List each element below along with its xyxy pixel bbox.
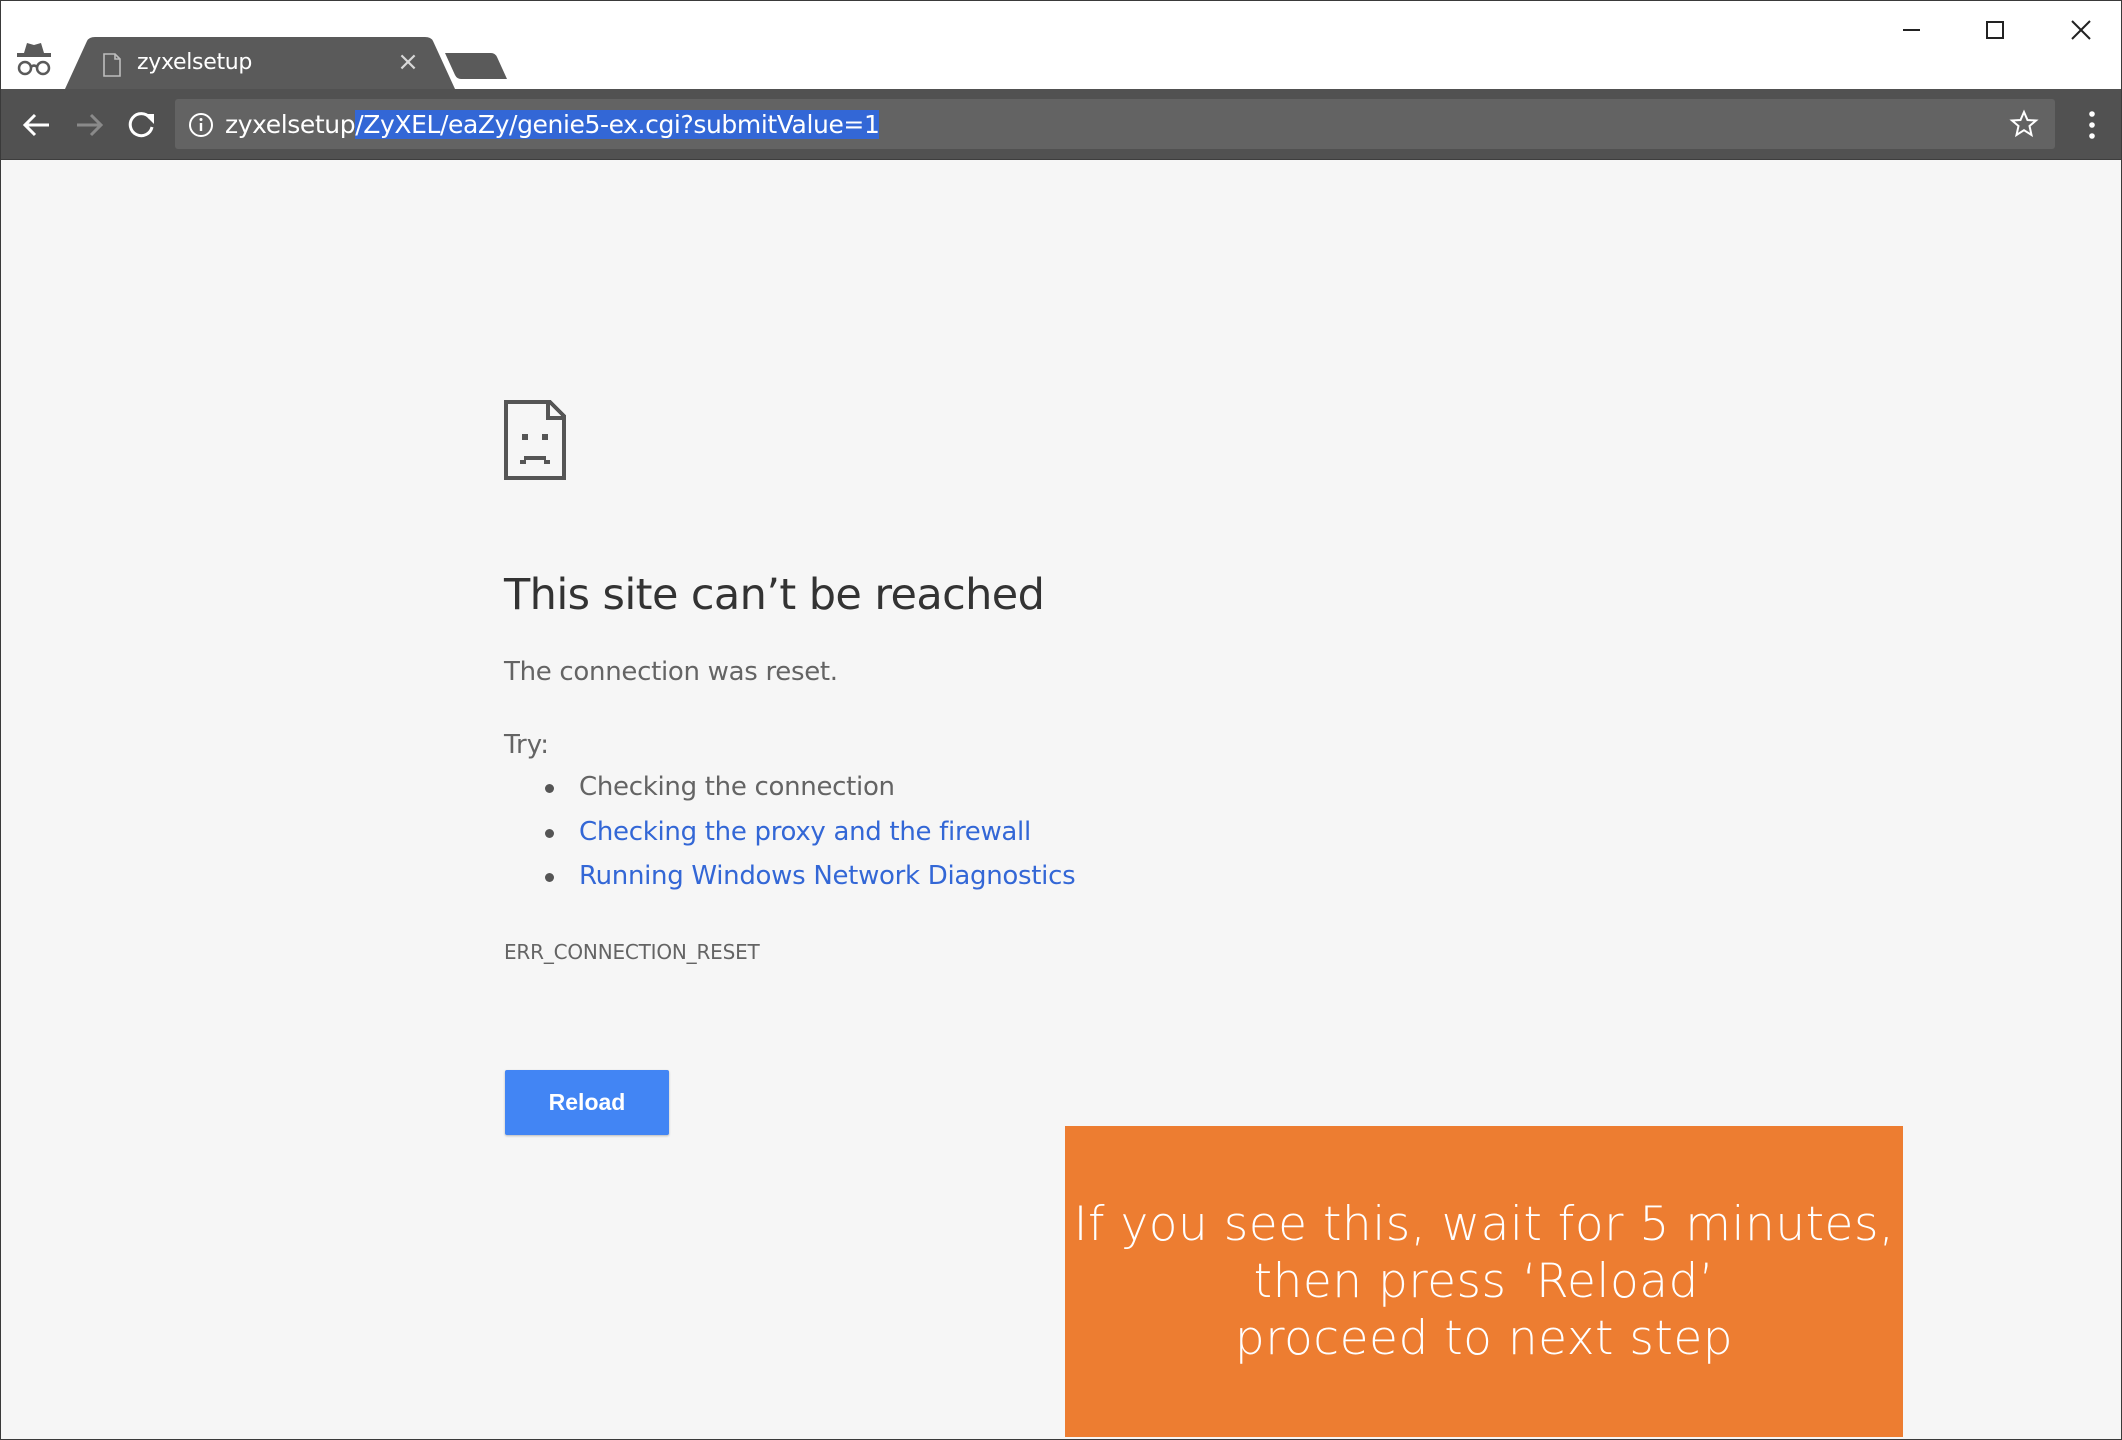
url-path-selected: /ZyXEL/eaZy/genie5-ex.cgi?submitValue=1 (355, 110, 880, 139)
reload-button[interactable]: Reload (505, 1070, 669, 1135)
suggestion-check-proxy[interactable]: Checking the proxy and the firewall (504, 817, 1075, 862)
bullet (545, 784, 554, 793)
suggestion-check-connection: Checking the connection (504, 772, 1075, 817)
address-bar[interactable]: zyxelsetup/ZyXEL/eaZy/genie5-ex.cgi?subm… (175, 99, 2055, 149)
info-icon[interactable] (187, 111, 215, 139)
tab-title: zyxelsetup (137, 50, 253, 75)
callout-line-1: If you see this, wait for 5 minutes, (1073, 1197, 1895, 1252)
tab-zyxelsetup[interactable]: zyxelsetup × (65, 37, 455, 89)
proxy-firewall-link[interactable]: Checking the proxy and the firewall (579, 817, 1031, 847)
sad-document-icon (504, 400, 566, 480)
bullet (545, 873, 554, 882)
star-icon[interactable] (2009, 109, 2039, 139)
callout-line-2: then press ‘Reload’ (1253, 1254, 1715, 1309)
browser-window: zyxelsetup × zyxelsetup/ZyXEL/eaZy/genie… (0, 0, 2122, 1440)
tab-close-icon[interactable]: × (393, 47, 423, 77)
suggestions-list: Checking the connection Checking the pro… (504, 772, 1076, 906)
more-vertical-icon[interactable] (2077, 105, 2107, 145)
error-page: This site can’t be reached The connectio… (1, 160, 2121, 1439)
try-label: Try: (504, 730, 550, 760)
reload-icon[interactable] (119, 103, 163, 147)
title-bar: zyxelsetup × (1, 1, 2121, 89)
callout-line-3: proceed to next step (1234, 1311, 1734, 1366)
url-host: zyxelsetup (225, 110, 356, 139)
page-icon (103, 53, 121, 77)
error-title: This site can’t be reached (504, 570, 1045, 620)
maximize-icon[interactable] (1967, 11, 2023, 49)
bullet (545, 828, 554, 838)
suggestion-network-diagnostics[interactable]: Running Windows Network Diagnostics (504, 861, 1076, 906)
browser-toolbar: zyxelsetup/ZyXEL/eaZy/genie5-ex.cgi?subm… (1, 89, 2121, 160)
close-icon[interactable] (2053, 11, 2109, 49)
error-code: ERR_CONNECTION_RESET (504, 940, 760, 964)
incognito-icon (17, 43, 51, 76)
arrow-right-icon[interactable] (67, 103, 111, 147)
instruction-callout: If you see this, wait for 5 minutes, the… (1065, 1126, 1903, 1437)
suggestion-text: Checking the connection (579, 772, 895, 802)
new-tab-icon[interactable] (443, 51, 509, 81)
error-description: The connection was reset. (504, 657, 838, 687)
url-text[interactable]: zyxelsetup/ZyXEL/eaZy/genie5-ex.cgi?subm… (225, 110, 880, 139)
network-diagnostics-link[interactable]: Running Windows Network Diagnostics (579, 861, 1076, 891)
minimize-icon[interactable] (1883, 11, 1939, 49)
arrow-left-icon[interactable] (15, 103, 59, 147)
